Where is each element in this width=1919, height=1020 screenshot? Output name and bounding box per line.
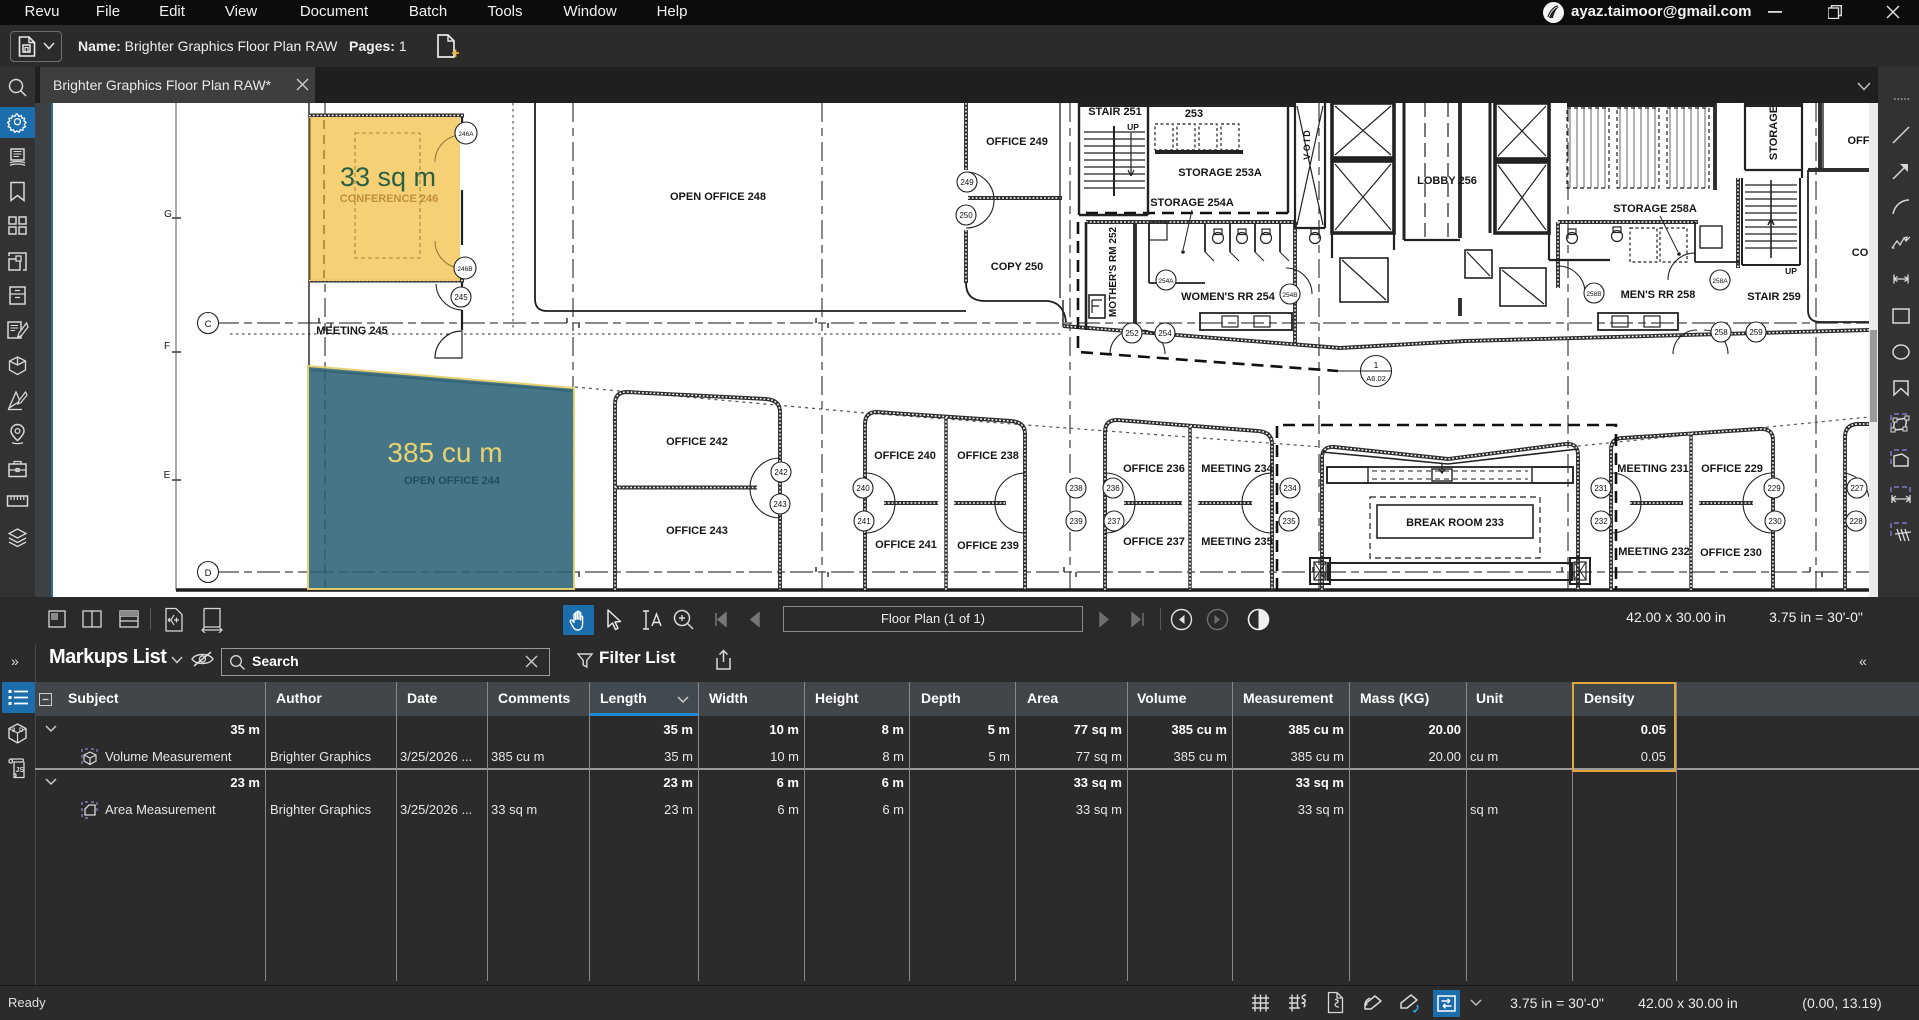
svg-text:WOMEN'S RR 254: WOMEN'S RR 254 [1181, 291, 1276, 303]
svg-text:BREAK ROOM 233: BREAK ROOM 233 [1406, 517, 1504, 529]
svg-text:UP: UP [1127, 122, 1139, 132]
svg-text:OFFICE 249: OFFICE 249 [986, 136, 1048, 148]
svg-text:OFFICE 229: OFFICE 229 [1701, 463, 1763, 475]
svg-text:STORAGE 258A: STORAGE 258A [1613, 203, 1697, 215]
svg-text:MEETING 232: MEETING 232 [1618, 546, 1690, 558]
svg-text:228: 228 [1849, 517, 1863, 526]
svg-text:OPEN OFFICE 248: OPEN OFFICE 248 [670, 191, 766, 203]
svg-text:231: 231 [1594, 484, 1608, 493]
svg-text:D: D [205, 568, 212, 579]
svg-text:C: C [205, 319, 212, 330]
svg-text:CONFERENCE 246: CONFERENCE 246 [340, 193, 438, 205]
svg-text:258A: 258A [1712, 278, 1728, 285]
svg-text:33 sq m: 33 sq m [340, 162, 436, 192]
svg-text:258B: 258B [1586, 291, 1601, 298]
svg-text:3: 3 [12, 728, 16, 734]
svg-text:237: 237 [1107, 517, 1121, 526]
svg-text:MEETING 245: MEETING 245 [316, 325, 388, 337]
svg-text:232: 232 [1594, 517, 1608, 526]
svg-text:238: 238 [1069, 484, 1083, 493]
svg-text:E: E [164, 470, 171, 481]
svg-text:STAIR 259: STAIR 259 [1747, 291, 1801, 303]
svg-text:V O I D: V O I D [1302, 130, 1312, 160]
svg-text:D: D [19, 728, 24, 734]
svg-text:227: 227 [1850, 484, 1864, 493]
svg-text:258: 258 [1714, 328, 1728, 337]
svg-text:STAIR 251: STAIR 251 [1088, 106, 1142, 118]
svg-text:252: 252 [1125, 329, 1139, 338]
svg-text:MEETING 235: MEETING 235 [1201, 536, 1273, 548]
svg-text:LOBBY 256: LOBBY 256 [1417, 175, 1477, 187]
svg-text:250: 250 [959, 211, 973, 220]
svg-text:242: 242 [774, 468, 788, 477]
svg-text:A6.02: A6.02 [1366, 374, 1386, 383]
svg-text:STORAGE: STORAGE [1768, 106, 1780, 160]
svg-text:240: 240 [856, 484, 870, 493]
svg-text:OFFICE 238: OFFICE 238 [957, 450, 1019, 462]
svg-text:MEETING 234: MEETING 234 [1201, 463, 1273, 475]
svg-text:OFFI: OFFI [1847, 135, 1869, 147]
svg-text:OFFICE 242: OFFICE 242 [666, 436, 728, 448]
svg-text:1: 1 [1374, 360, 1379, 370]
svg-text:254B: 254B [1282, 292, 1297, 299]
svg-text:COPY 250: COPY 250 [991, 261, 1043, 273]
svg-text:STORAGE 253A: STORAGE 253A [1178, 167, 1262, 179]
svg-text:MEN'S RR 258: MEN'S RR 258 [1621, 289, 1696, 301]
svg-text:259: 259 [1749, 328, 1763, 337]
svg-text:OFFICE 230: OFFICE 230 [1700, 547, 1762, 559]
svg-text:MEETING 231: MEETING 231 [1617, 463, 1689, 475]
svg-text:229: 229 [1767, 484, 1781, 493]
svg-text:OFFICE 241: OFFICE 241 [875, 539, 937, 551]
svg-text:254A: 254A [1158, 278, 1174, 285]
svg-text:230: 230 [1768, 517, 1782, 526]
svg-text:249: 249 [960, 178, 974, 187]
svg-text:UP: UP [1785, 266, 1797, 276]
svg-text:236: 236 [1106, 484, 1120, 493]
svg-text:246B: 246B [457, 266, 472, 273]
svg-text:243: 243 [773, 500, 787, 509]
svg-text:COR: COR [1852, 247, 1869, 259]
svg-text:OFFICE 240: OFFICE 240 [874, 450, 936, 462]
svg-text:OFFICE 239: OFFICE 239 [957, 540, 1019, 552]
svg-text:234: 234 [1283, 484, 1297, 493]
svg-text:G: G [164, 209, 172, 220]
svg-text:JS: JS [16, 767, 25, 774]
svg-text:246A: 246A [458, 131, 474, 138]
svg-text:245: 245 [454, 293, 468, 302]
svg-text:239: 239 [1069, 517, 1083, 526]
svg-text:F: F [164, 341, 170, 352]
svg-text:241: 241 [857, 517, 871, 526]
svg-text:OFFICE 237: OFFICE 237 [1123, 536, 1185, 548]
svg-text:MOTHER'S RM 252: MOTHER'S RM 252 [1108, 226, 1119, 317]
svg-text:385 cu m: 385 cu m [387, 437, 502, 468]
svg-text:OFFICE 236: OFFICE 236 [1123, 463, 1185, 475]
svg-text:254: 254 [1158, 329, 1172, 338]
svg-text:253: 253 [1185, 108, 1203, 120]
svg-text:STORAGE 254A: STORAGE 254A [1150, 197, 1234, 209]
svg-text:OFFICE 243: OFFICE 243 [666, 525, 728, 537]
svg-text:235: 235 [1282, 517, 1296, 526]
svg-text:OPEN OFFICE 244: OPEN OFFICE 244 [404, 475, 501, 487]
